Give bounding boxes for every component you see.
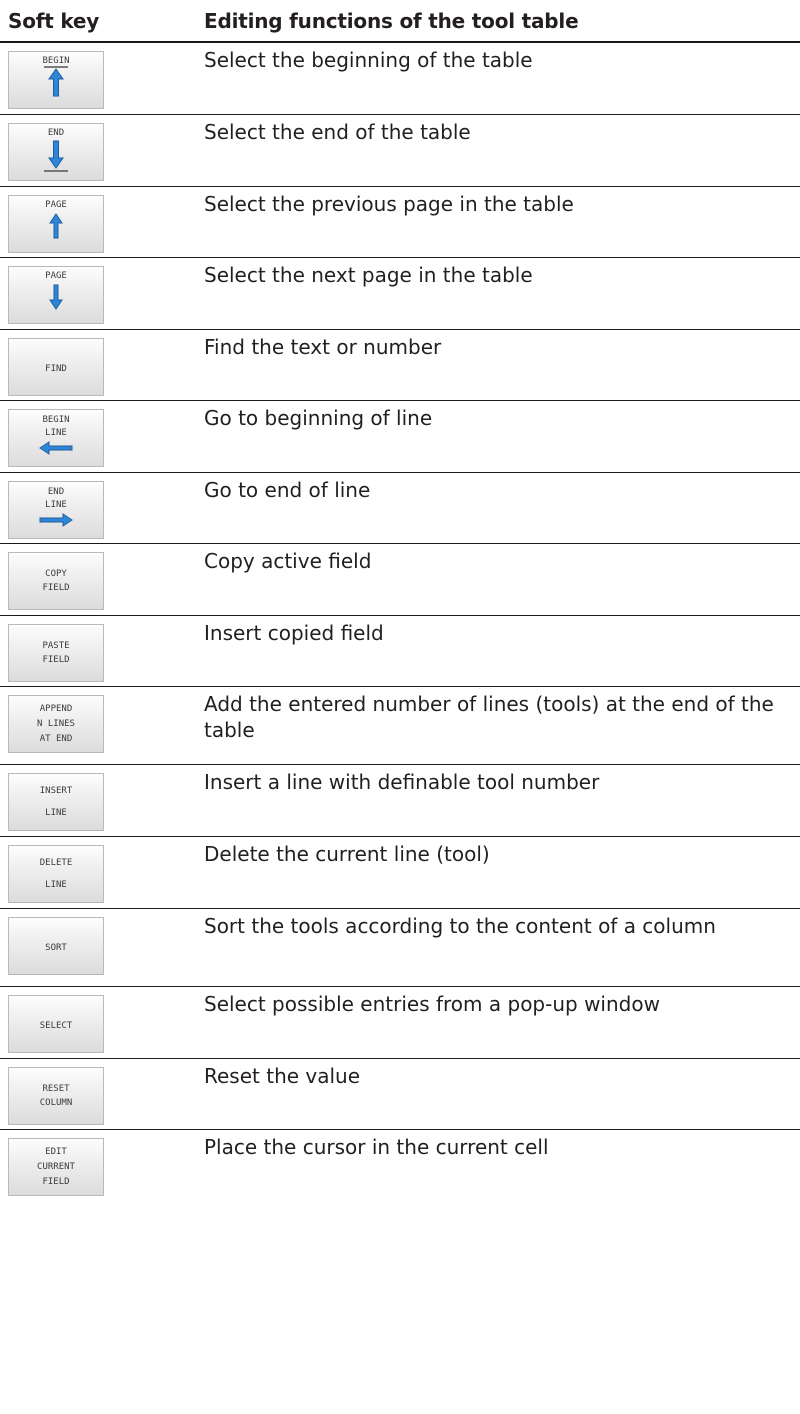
row-description: Place the cursor in the current cell bbox=[204, 1135, 549, 1159]
softkey-label: APPEND bbox=[40, 704, 73, 714]
arrow-to-bottom-icon bbox=[44, 140, 68, 172]
table-row: COPY FIELD Copy active field bbox=[0, 544, 800, 616]
table-row: SELECT Select possible entries from a po… bbox=[0, 987, 800, 1059]
softkey-label: PAGE bbox=[45, 271, 67, 281]
row-description: Sort the tools according to the content … bbox=[204, 914, 716, 938]
softkey-delete-line[interactable]: DELETE LINE bbox=[8, 845, 104, 903]
table-row: PASTE FIELD Insert copied field bbox=[0, 616, 800, 687]
table-row: APPEND N LINES AT END Add the entered nu… bbox=[0, 687, 800, 765]
softkey-reset-column[interactable]: RESET COLUMN bbox=[8, 1067, 104, 1125]
softkey-label: FIELD bbox=[42, 1177, 69, 1187]
softkey-label: FIELD bbox=[42, 655, 69, 665]
softkey-label: COPY bbox=[45, 569, 67, 579]
softkey-label: LINE bbox=[45, 808, 67, 818]
softkey-label: RESET bbox=[42, 1084, 70, 1094]
softkey-edit-current-field[interactable]: EDIT CURRENT FIELD bbox=[8, 1138, 104, 1196]
table-row: BEGIN Select the beginning of the table bbox=[0, 43, 800, 115]
row-description: Select possible entries from a pop-up wi… bbox=[204, 992, 660, 1016]
softkey-label: COLUMN bbox=[40, 1098, 73, 1108]
softkey-begin[interactable]: BEGIN bbox=[8, 51, 104, 109]
table-row: FIND Find the text or number bbox=[0, 330, 800, 401]
table-row: SORT Sort the tools according to the con… bbox=[0, 909, 800, 987]
softkey-end-line[interactable]: END LINE bbox=[8, 481, 104, 539]
table-row: PAGE Select the next page in the table bbox=[0, 258, 800, 330]
row-description: Select the previous page in the table bbox=[204, 192, 574, 216]
softkey-page-up[interactable]: PAGE bbox=[8, 195, 104, 253]
softkey-label: SORT bbox=[45, 943, 67, 953]
header-editing-functions: Editing functions of the tool table bbox=[204, 9, 579, 33]
table-row: INSERT LINE Insert a line with definable… bbox=[0, 765, 800, 837]
softkey-label: BEGIN bbox=[42, 56, 69, 66]
arrow-right-icon bbox=[39, 513, 73, 527]
softkey-append-n-lines[interactable]: APPEND N LINES AT END bbox=[8, 695, 104, 753]
softkey-label: N LINES bbox=[37, 719, 75, 729]
row-description: Go to beginning of line bbox=[204, 406, 433, 430]
row-description: Select the end of the table bbox=[204, 120, 471, 144]
table-header: Soft key Editing functions of the tool t… bbox=[0, 0, 800, 43]
softkey-label: SELECT bbox=[40, 1021, 73, 1031]
header-soft-key: Soft key bbox=[8, 9, 100, 33]
softkey-label: FIELD bbox=[42, 583, 69, 593]
table-row: BEGIN LINE Go to beginning of line bbox=[0, 401, 800, 473]
row-description: Select the next page in the table bbox=[204, 263, 533, 287]
row-description: Delete the current line (tool) bbox=[204, 842, 490, 866]
softkey-label: LINE bbox=[45, 428, 67, 438]
softkey-label: END bbox=[48, 487, 64, 497]
softkey-label: BEGIN bbox=[42, 415, 69, 425]
softkey-label: PAGE bbox=[45, 200, 67, 210]
softkey-label: AT END bbox=[40, 734, 73, 744]
row-description: Select the beginning of the table bbox=[204, 48, 533, 72]
table-row: RESET COLUMN Reset the value bbox=[0, 1059, 800, 1130]
softkey-page-down[interactable]: PAGE bbox=[8, 266, 104, 324]
arrow-left-icon bbox=[39, 441, 73, 455]
row-description: Add the entered number of lines (tools) … bbox=[204, 692, 774, 742]
softkey-label: INSERT bbox=[40, 786, 73, 796]
table-row: END Select the end of the table bbox=[0, 115, 800, 187]
softkey-sort[interactable]: SORT bbox=[8, 917, 104, 975]
softkey-label: EDIT bbox=[45, 1147, 67, 1157]
table-row: EDIT CURRENT FIELD Place the cursor in t… bbox=[0, 1130, 800, 1214]
table-row: DELETE LINE Delete the current line (too… bbox=[0, 837, 800, 909]
softkey-select[interactable]: SELECT bbox=[8, 995, 104, 1053]
softkey-label: LINE bbox=[45, 500, 67, 510]
softkey-find[interactable]: FIND bbox=[8, 338, 104, 396]
softkey-copy-field[interactable]: COPY FIELD bbox=[8, 552, 104, 610]
softkey-label: CURRENT bbox=[37, 1162, 76, 1172]
softkey-label: DELETE bbox=[40, 858, 73, 868]
row-description: Go to end of line bbox=[204, 478, 371, 502]
softkey-end[interactable]: END bbox=[8, 123, 104, 181]
row-description: Insert copied field bbox=[204, 621, 384, 645]
softkey-insert-line[interactable]: INSERT LINE bbox=[8, 773, 104, 831]
row-description: Insert a line with definable tool number bbox=[204, 770, 600, 794]
softkey-begin-line[interactable]: BEGIN LINE bbox=[8, 409, 104, 467]
softkey-paste-field[interactable]: PASTE FIELD bbox=[8, 624, 104, 682]
arrow-to-top-icon bbox=[44, 66, 68, 97]
row-description: Copy active field bbox=[204, 549, 372, 573]
table-row: END LINE Go to end of line bbox=[0, 473, 800, 544]
table-row: PAGE Select the previous page in the tab… bbox=[0, 187, 800, 258]
softkey-label: END bbox=[48, 128, 64, 138]
softkey-label: FIND bbox=[45, 364, 67, 374]
arrow-down-icon bbox=[49, 284, 63, 310]
softkey-label: PASTE bbox=[42, 641, 69, 651]
row-description: Reset the value bbox=[204, 1064, 361, 1088]
arrow-up-icon bbox=[49, 213, 63, 239]
softkey-label: LINE bbox=[45, 880, 67, 890]
row-description: Find the text or number bbox=[204, 335, 442, 359]
